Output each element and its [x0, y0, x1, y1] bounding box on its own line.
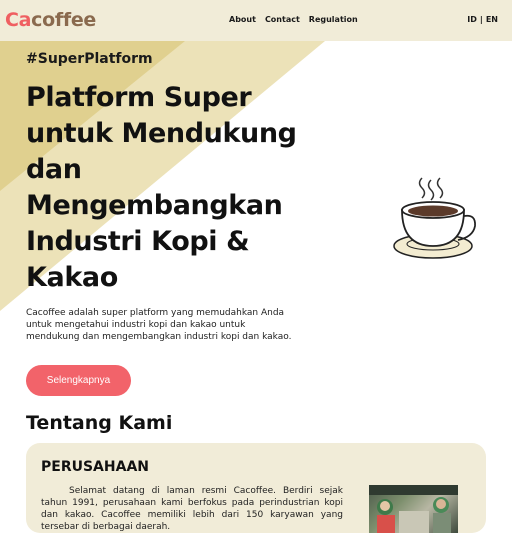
lang-separator: | [479, 15, 483, 24]
nav-regulation-link[interactable]: Regulation [309, 15, 358, 24]
hero-hashtag: #SuperPlatform [26, 51, 153, 67]
hero-headline: Platform Super untuk Mendukung dan Menge… [26, 82, 297, 293]
coffee-cup-icon [393, 177, 476, 259]
factory-photo [369, 485, 458, 533]
language-switcher: ID | EN [467, 15, 498, 24]
company-card-text: Selamat datang di laman resmi Cacoffee. … [41, 486, 343, 532]
main-nav: About Contact Regulation [229, 15, 358, 24]
lang-id-option[interactable]: ID [467, 15, 477, 24]
about-section-title: Tentang Kami [26, 412, 173, 434]
factory-photo-illustration [369, 485, 458, 533]
nav-about-link[interactable]: About [229, 15, 256, 24]
nav-contact-link[interactable]: Contact [265, 15, 300, 24]
lang-en-option[interactable]: EN [486, 15, 498, 24]
brand-logo[interactable]: Cacoffee [5, 9, 96, 31]
company-card-title: PERUSAHAAN [41, 459, 149, 475]
company-card: PERUSAHAAN Selamat datang di laman resmi… [26, 443, 486, 533]
hero-description: Cacoffee adalah super platform yang memu… [26, 308, 292, 342]
learn-more-button[interactable]: Selengkapnya [26, 365, 131, 396]
top-navbar: Cacoffee About Contact Regulation ID | E… [0, 0, 512, 41]
